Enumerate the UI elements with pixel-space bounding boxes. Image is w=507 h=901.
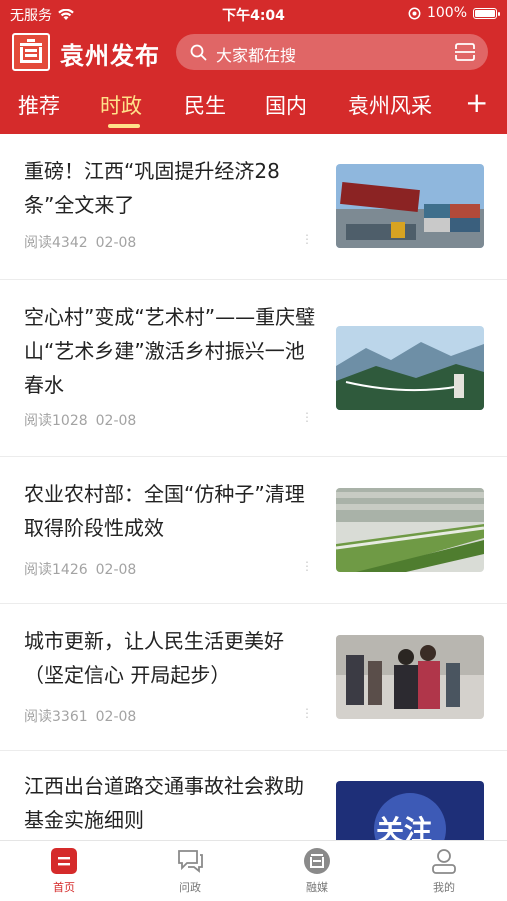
mountain-bridge-image bbox=[336, 326, 484, 410]
news-feed[interactable]: 重磅！江西“巩固提升经济28条”全文来了 阅读4342 02-08 ⋮ 空心村”变… bbox=[0, 134, 507, 840]
news-item[interactable]: 重磅！江西“巩固提升经济28条”全文来了 阅读4342 02-08 ⋮ bbox=[0, 134, 507, 280]
tabbar-profile[interactable]: 我的 bbox=[404, 847, 484, 895]
more-options-icon[interactable]: ⋮ bbox=[301, 560, 313, 576]
news-date: 02-08 bbox=[95, 562, 137, 578]
news-thumbnail[interactable]: 关注 bbox=[336, 781, 484, 840]
news-item[interactable]: 江西出台道路交通事故社会救助基金实施细则 关注 bbox=[0, 751, 507, 840]
news-date: 02-08 bbox=[95, 413, 137, 429]
tab-yuanzhou-scenery[interactable]: 袁州风采 bbox=[348, 90, 432, 120]
active-tab-indicator bbox=[108, 124, 140, 128]
channel-tabs: 推荐 时政 民生 国内 袁州风采 + bbox=[0, 86, 507, 132]
shipping-containers-image bbox=[336, 164, 484, 248]
app-title: 袁州发布 bbox=[60, 42, 160, 70]
tabbar-label: 首页 bbox=[53, 881, 75, 894]
news-item[interactable]: 城市更新，让人民生活更美好（坚定信心 开局起步） 阅读3361 02-08 ⋮ bbox=[0, 604, 507, 751]
greenhouse-seedlings-image bbox=[336, 488, 484, 572]
status-bar: 无服务 下午4:04 100% bbox=[0, 0, 507, 28]
media-logo-icon bbox=[304, 848, 330, 874]
tabbar-media[interactable]: 融媒 bbox=[277, 847, 357, 895]
title-row: 袁州发布 大家都在搜 bbox=[0, 30, 507, 74]
news-item[interactable]: 空心村”变成“艺术村”——重庆璧山“艺术乡建”激活乡村振兴一池春水 阅读1028… bbox=[0, 280, 507, 457]
follow-badge-text: 关注 bbox=[376, 814, 433, 840]
tabbar-label: 问政 bbox=[179, 881, 201, 894]
yuanzhou-logo-icon[interactable] bbox=[12, 33, 50, 71]
battery-fill bbox=[475, 9, 495, 17]
read-count: 阅读1028 bbox=[24, 413, 88, 429]
scan-icon[interactable] bbox=[454, 42, 476, 62]
news-meta: 阅读4342 02-08 bbox=[24, 232, 136, 252]
tabbar-label: 我的 bbox=[433, 881, 455, 894]
news-meta: 阅读1426 02-08 bbox=[24, 559, 136, 579]
news-title[interactable]: 空心村”变成“艺术村”——重庆璧山“艺术乡建”激活乡村振兴一池春水 bbox=[24, 300, 316, 402]
news-thumbnail[interactable] bbox=[336, 488, 484, 572]
read-count: 阅读1426 bbox=[24, 562, 88, 578]
news-item[interactable]: 农业农村部：全国“仿种子”清理取得阶段性成效 阅读1426 02-08 ⋮ bbox=[0, 457, 507, 604]
news-date: 02-08 bbox=[95, 235, 137, 251]
tab-politics[interactable]: 时政 bbox=[100, 90, 142, 120]
more-options-icon[interactable]: ⋮ bbox=[301, 411, 313, 427]
logo-mark-icon bbox=[20, 39, 42, 63]
orientation-lock-icon bbox=[408, 7, 421, 19]
news-meta: 阅读1028 02-08 bbox=[24, 410, 136, 430]
chat-bubble-icon bbox=[178, 850, 203, 873]
search-icon bbox=[190, 44, 207, 61]
profile-icon bbox=[432, 849, 456, 874]
news-title[interactable]: 重磅！江西“巩固提升经济28条”全文来了 bbox=[24, 154, 316, 222]
news-thumbnail[interactable] bbox=[336, 326, 484, 410]
tab-domestic[interactable]: 国内 bbox=[265, 90, 307, 120]
read-count: 阅读3361 bbox=[24, 709, 88, 725]
street-people-image bbox=[336, 635, 484, 719]
tabbar-inquiry[interactable]: 问政 bbox=[150, 847, 230, 895]
read-count: 阅读4342 bbox=[24, 235, 88, 251]
tabbar-home[interactable]: 首页 bbox=[24, 847, 104, 895]
search-input[interactable]: 大家都在搜 bbox=[176, 34, 488, 70]
tab-recommend[interactable]: 推荐 bbox=[18, 90, 60, 120]
news-title[interactable]: 江西出台道路交通事故社会救助基金实施细则 bbox=[24, 769, 316, 837]
battery-icon bbox=[473, 7, 500, 19]
more-options-icon[interactable]: ⋮ bbox=[301, 233, 313, 249]
tabbar-label: 融媒 bbox=[306, 881, 328, 894]
home-icon bbox=[51, 848, 77, 874]
bottom-tab-bar: 首页 问政 融媒 我的 bbox=[0, 840, 507, 901]
news-title[interactable]: 城市更新，让人民生活更美好（坚定信心 开局起步） bbox=[24, 624, 316, 692]
battery-percent: 100% bbox=[426, 5, 467, 21]
news-date: 02-08 bbox=[95, 709, 137, 725]
add-channel-button[interactable]: + bbox=[465, 86, 488, 119]
news-title[interactable]: 农业农村部：全国“仿种子”清理取得阶段性成效 bbox=[24, 477, 316, 545]
status-right: 100% bbox=[408, 5, 500, 21]
header: 无服务 下午4:04 100% 袁州发布 大家都在搜 推荐 时政 民生 国内 袁… bbox=[0, 0, 507, 134]
news-thumbnail[interactable] bbox=[336, 164, 484, 248]
tab-livelihood[interactable]: 民生 bbox=[184, 90, 226, 120]
search-placeholder: 大家都在搜 bbox=[216, 46, 297, 65]
more-options-icon[interactable]: ⋮ bbox=[301, 707, 313, 723]
news-thumbnail[interactable] bbox=[336, 635, 484, 719]
news-meta: 阅读3361 02-08 bbox=[24, 706, 136, 726]
